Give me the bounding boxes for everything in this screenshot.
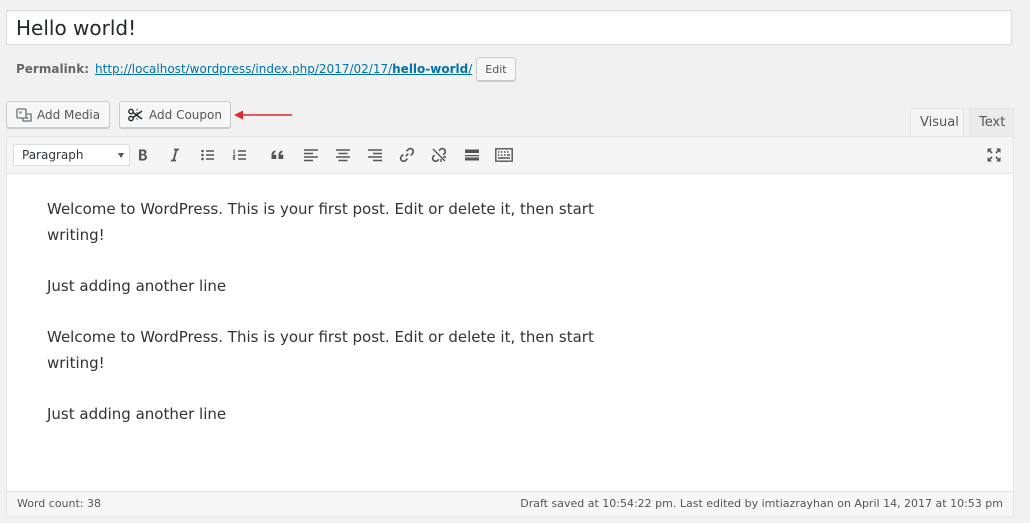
bold-icon [139,149,147,161]
content-paragraph: Just adding another line [47,405,227,423]
fullscreen-button[interactable] [982,144,1006,166]
tab-text[interactable]: Text [969,108,1014,136]
align-center-icon [336,149,350,162]
permalink-slug: hello-world [392,62,469,76]
tab-visual[interactable]: Visual [910,108,964,136]
numbered-list-icon [232,149,246,160]
permalink-row: Permalink: http://localhost/wordpress/in… [16,56,516,82]
italic-button[interactable] [163,144,187,166]
align-left-button[interactable] [299,144,323,166]
permalink-label: Permalink: [16,62,90,76]
fullscreen-icon [987,148,1001,162]
add-media-label: Add Media [36,107,101,122]
annotation-arrow-icon [232,107,294,126]
align-right-icon [368,149,382,162]
editor-panel: Paragraph Welcome to WordPress. This is … [6,136,1014,517]
read-more-icon [465,149,479,161]
post-title-input[interactable]: Hello world! [6,10,1012,45]
chevron-down-icon [118,153,124,158]
format-select-value: Paragraph [22,148,84,162]
bulleted-list-icon [201,149,214,161]
insert-link-button[interactable] [395,144,419,166]
blockquote-icon [271,150,284,159]
content-paragraph: Welcome to WordPress. This is your first… [47,200,594,244]
editor-content[interactable]: Welcome to WordPress. This is your first… [7,174,1013,492]
permalink-tail: / [468,62,473,76]
toolbar-toggle-button[interactable] [492,144,516,166]
add-coupon-button[interactable]: Add Coupon [119,101,231,128]
remove-link-button[interactable] [427,144,451,166]
permalink-base: http://localhost/wordpress/index.php/201… [95,62,393,76]
permalink-link[interactable]: http://localhost/wordpress/index.php/201… [95,62,472,76]
bulleted-list-button[interactable] [196,144,220,166]
draft-saved-info: Draft saved at 10:54:22 pm. Last edited … [520,497,1003,510]
align-center-button[interactable] [331,144,355,166]
numbered-list-button[interactable] [228,144,252,166]
bold-button[interactable] [131,144,155,166]
editor-toolbar: Paragraph [7,137,1013,174]
link-icon [399,147,415,163]
add-coupon-label: Add Coupon [149,107,222,122]
word-count: Word count: 38 [17,497,102,510]
keyboard-icon [495,148,513,162]
read-more-button[interactable] [460,144,484,166]
format-select[interactable]: Paragraph [13,144,130,166]
align-left-icon [304,149,318,162]
blockquote-button[interactable] [266,144,290,166]
content-paragraph: Just adding another line [47,277,227,295]
italic-icon [171,148,179,162]
media-icon [16,107,32,123]
content-paragraph: Welcome to WordPress. This is your first… [47,328,594,372]
scissors-icon [128,108,144,122]
editor-statusbar: Word count: 38 Draft saved at 10:54:22 p… [7,491,1013,516]
unlink-icon [431,147,447,163]
add-media-button[interactable]: Add Media [6,101,110,128]
align-right-button[interactable] [363,144,387,166]
edit-permalink-button[interactable]: Edit [476,57,516,81]
